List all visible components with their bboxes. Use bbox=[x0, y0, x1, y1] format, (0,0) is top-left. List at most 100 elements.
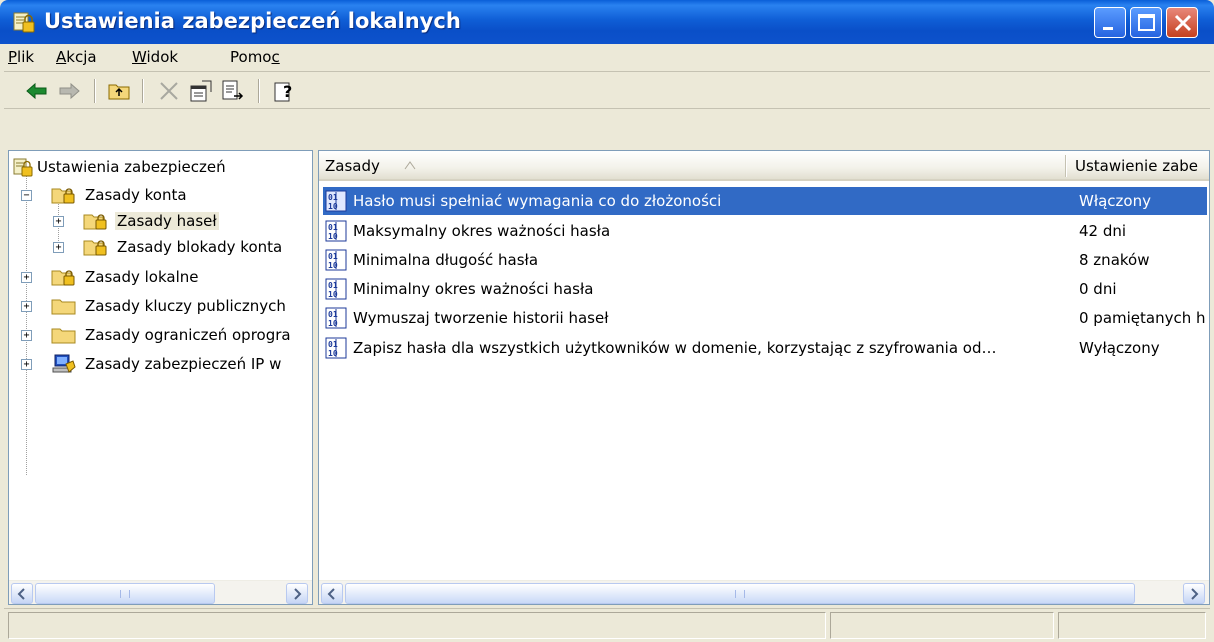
policy-row[interactable]: 01 10 Zapisz hasła dla wszystkich użytkow… bbox=[323, 334, 1207, 362]
toolbar-separator bbox=[94, 79, 96, 103]
maximize-button[interactable] bbox=[1130, 7, 1162, 38]
policy-setting: Włączony bbox=[1079, 192, 1151, 210]
folder-lock-icon bbox=[83, 214, 107, 230]
tree-item-zasady-konta[interactable]: − Zasady konta bbox=[9, 183, 312, 207]
expand-icon[interactable]: + bbox=[21, 330, 32, 341]
chevron-right-icon bbox=[294, 588, 302, 600]
scroll-right-button[interactable] bbox=[286, 583, 308, 604]
column-label: Zasady bbox=[325, 157, 380, 175]
export-list-icon[interactable] bbox=[220, 78, 246, 104]
policy-row[interactable]: 01 10 Minimalny okres ważności hasła 0 dn… bbox=[323, 275, 1207, 303]
policy-row[interactable]: 01 10 Wymuszaj tworzenie historii haseł 0… bbox=[323, 304, 1207, 332]
expand-icon[interactable]: + bbox=[53, 216, 64, 227]
tree-item-zasady-ograniczen-oprogramowania[interactable]: + Zasady ograniczeń oprogra bbox=[9, 323, 312, 347]
scroll-right-button[interactable] bbox=[1183, 583, 1205, 604]
column-label: Ustawienie zabe bbox=[1075, 157, 1199, 175]
ip-security-icon bbox=[52, 354, 76, 373]
policy-name: Maksymalny okres ważności hasła bbox=[353, 222, 611, 240]
expand-icon[interactable]: + bbox=[21, 359, 32, 370]
scroll-thumb[interactable] bbox=[345, 583, 1135, 604]
close-icon bbox=[1174, 14, 1192, 32]
policy-name: Zapisz hasła dla wszystkich użytkowników… bbox=[353, 339, 997, 357]
column-header-zasady[interactable]: Zasady bbox=[319, 151, 1065, 181]
policy-icon: 0110 bbox=[325, 249, 347, 271]
toolbar-separator bbox=[142, 79, 144, 103]
folder-lock-icon bbox=[51, 270, 75, 286]
policy-row[interactable]: 01 10 Minimalna długość hasła 8 znaków bbox=[323, 246, 1207, 274]
collapse-icon[interactable]: − bbox=[21, 190, 32, 201]
scroll-left-button[interactable] bbox=[321, 583, 343, 604]
policy-setting: 0 dni bbox=[1079, 280, 1117, 298]
policy-name: Minimalny okres ważności hasła bbox=[353, 280, 594, 298]
minimize-icon bbox=[1103, 27, 1113, 30]
tree-item-label: Zasady haseł bbox=[115, 212, 219, 230]
policy-setting: 0 pamiętanych h bbox=[1079, 309, 1206, 327]
menu-pomoc[interactable]: Pomoc bbox=[230, 48, 280, 66]
policy-name: Minimalna długość hasła bbox=[353, 251, 539, 269]
thumb-grip bbox=[120, 590, 130, 598]
help-icon[interactable]: ? bbox=[272, 78, 298, 104]
tree-item-zasady-kluczy-publicznych[interactable]: + Zasady kluczy publicznych bbox=[9, 294, 312, 318]
toolbar: ? bbox=[4, 73, 1210, 109]
menu-akcja[interactable]: Akcja bbox=[56, 48, 97, 66]
sort-ascending-icon bbox=[404, 161, 416, 170]
policy-setting: 8 znaków bbox=[1079, 251, 1150, 269]
scroll-thumb[interactable] bbox=[35, 583, 215, 604]
tree-item-label: Ustawienia zabezpieczeń bbox=[37, 158, 226, 176]
policy-list-pane[interactable]: Zasady Ustawienie zabe 01 10 Hasło musi s… bbox=[318, 150, 1210, 605]
policy-icon: 0110 bbox=[325, 220, 347, 242]
tree-item-zasady-lokalne[interactable]: + Zasady lokalne bbox=[9, 265, 312, 289]
column-divider[interactable] bbox=[1065, 155, 1067, 177]
delete-icon[interactable] bbox=[156, 78, 182, 104]
tree-horizontal-scrollbar[interactable] bbox=[9, 580, 312, 604]
expand-icon[interactable]: + bbox=[21, 272, 32, 283]
policy-row[interactable]: 01 10 Maksymalny okres ważności hasła 42 … bbox=[323, 217, 1207, 245]
tree-item-root[interactable]: Ustawienia zabezpieczeń bbox=[9, 155, 312, 179]
forward-arrow-icon[interactable] bbox=[56, 78, 82, 104]
tree-item-zasady-zabezpieczen-ip[interactable]: + Zasady zabezpieczeń IP w bbox=[9, 352, 312, 376]
folder-lock-icon bbox=[83, 240, 107, 256]
tree-item-zasady-blokady-konta[interactable]: + Zasady blokady konta bbox=[9, 235, 312, 259]
toolbar-separator bbox=[258, 79, 260, 103]
policy-icon: 0110 bbox=[325, 190, 347, 212]
tree-item-label: Zasady ograniczeń oprogra bbox=[85, 326, 291, 344]
status-panel bbox=[1058, 612, 1206, 639]
properties-icon[interactable] bbox=[188, 78, 214, 104]
window-title: Ustawienia zabezpieczeń lokalnych bbox=[44, 9, 461, 33]
thumb-grip bbox=[735, 590, 745, 598]
status-panel-main bbox=[8, 612, 826, 639]
maximize-icon bbox=[1138, 14, 1155, 31]
menu-widok[interactable]: Widok bbox=[132, 48, 178, 66]
chevron-left-icon bbox=[327, 588, 335, 600]
policy-setting: Wyłączony bbox=[1079, 339, 1160, 357]
menu-plik[interactable]: Plik bbox=[8, 48, 34, 66]
expand-icon[interactable]: + bbox=[53, 242, 64, 253]
tree-item-label: Zasady kluczy publicznych bbox=[85, 297, 286, 315]
status-panel bbox=[830, 612, 1054, 639]
chevron-right-icon bbox=[1191, 588, 1199, 600]
minimize-button[interactable] bbox=[1094, 7, 1126, 38]
up-folder-icon[interactable] bbox=[106, 78, 132, 104]
policy-name: Hasło musi spełniać wymagania co do złoż… bbox=[353, 192, 722, 210]
close-button[interactable] bbox=[1166, 7, 1198, 38]
expand-icon[interactable]: + bbox=[21, 301, 32, 312]
tree-item-label: Zasady blokady konta bbox=[117, 238, 283, 256]
title-bar[interactable]: Ustawienia zabezpieczeń lokalnych bbox=[0, 0, 1214, 44]
folder-icon bbox=[51, 328, 76, 344]
back-arrow-icon[interactable] bbox=[24, 78, 50, 104]
status-bar bbox=[4, 608, 1210, 640]
svg-text:?: ? bbox=[283, 82, 292, 101]
policy-icon: 0110 bbox=[325, 307, 347, 329]
tree-item-label: Zasady lokalne bbox=[85, 268, 199, 286]
tree-item-zasady-hasel[interactable]: + Zasady haseł bbox=[9, 209, 312, 233]
menu-bar: Plik Akcja Widok Pomoc bbox=[4, 44, 1210, 72]
list-horizontal-scrollbar[interactable] bbox=[319, 580, 1209, 604]
tree-pane[interactable]: Ustawienia zabezpieczeń − Zasady konta +… bbox=[8, 150, 313, 605]
security-settings-icon bbox=[13, 12, 35, 33]
tree-item-label: Zasady konta bbox=[85, 186, 187, 204]
scroll-left-button[interactable] bbox=[11, 583, 33, 604]
folder-icon bbox=[51, 299, 76, 315]
column-header-ustawienie[interactable]: Ustawienie zabe bbox=[1069, 151, 1209, 181]
folder-lock-icon bbox=[51, 188, 75, 204]
policy-row[interactable]: 01 10 Hasło musi spełniać wymagania co do… bbox=[323, 187, 1207, 215]
